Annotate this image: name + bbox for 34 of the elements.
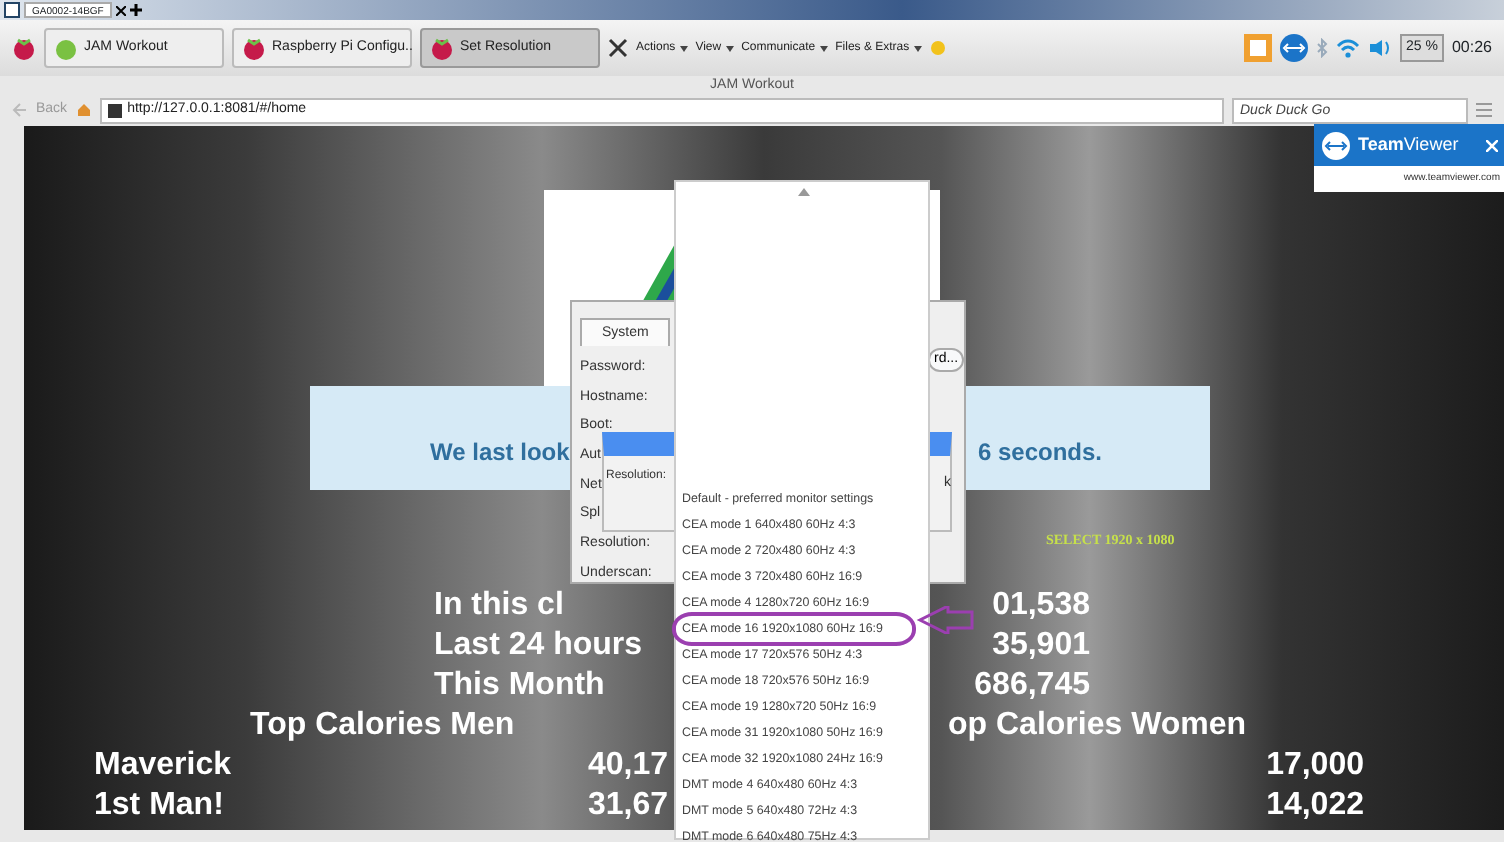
calories-value: 14,022 — [1266, 788, 1364, 822]
player-name: Maverick — [94, 746, 233, 786]
stat-value: 686,745 — [974, 666, 1090, 706]
app-icon — [54, 35, 78, 61]
back-arrow-icon[interactable] — [12, 102, 28, 118]
calories-value: 17,000 — [1266, 748, 1364, 782]
stat-value: 35,901 — [992, 626, 1090, 666]
window-icon — [4, 2, 20, 18]
scroll-up-icon[interactable] — [798, 188, 810, 196]
clock: 00:26 — [1451, 36, 1492, 60]
stat-value: 01,538 — [992, 586, 1090, 626]
column-title: Top Calories Men — [250, 708, 515, 742]
player-name: 1st Man! — [94, 786, 226, 826]
column-title: op Calories Women — [948, 706, 1247, 746]
close-icon[interactable] — [608, 38, 628, 58]
plus-icon[interactable] — [129, 4, 142, 16]
menu-icon[interactable] — [1476, 102, 1492, 118]
stat-label: Last 24 hours — [434, 626, 643, 666]
banner-text: We last look — [430, 436, 570, 470]
raspberry-icon — [430, 35, 454, 61]
calories-value: 31,67 — [587, 788, 668, 822]
wifi-icon[interactable] — [1336, 38, 1360, 58]
home-icon[interactable] — [75, 102, 92, 118]
raspberry-icon — [242, 35, 266, 61]
calories-value: 40,17 — [587, 748, 668, 782]
arrow-annotation — [916, 606, 976, 634]
stat-label: In this cl — [434, 586, 564, 626]
popup-title: TeamViewer — [1358, 131, 1459, 158]
bluetooth-icon[interactable] — [1316, 38, 1328, 58]
volume-icon[interactable] — [1368, 38, 1392, 58]
close-icon[interactable] — [115, 5, 126, 15]
stat-label: This Month — [434, 666, 605, 706]
banner-text: 6 seconds. — [977, 436, 1102, 470]
raspberry-icon[interactable] — [12, 35, 36, 61]
